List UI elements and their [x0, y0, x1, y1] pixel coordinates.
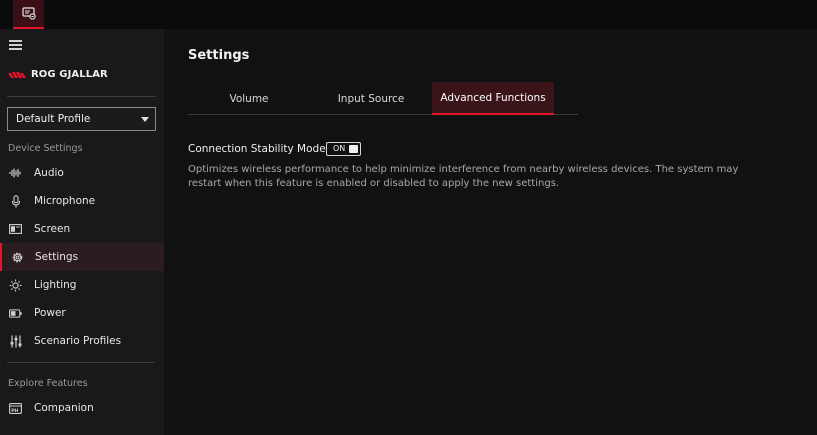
microphone-icon [9, 194, 22, 208]
sidebar-item-label: Scenario Profiles [34, 335, 122, 347]
setting-description: Optimizes wireless performance to help m… [188, 164, 739, 189]
toggle-knob [349, 145, 358, 153]
battery-icon [9, 307, 22, 320]
sidebar-item-audio[interactable]: Audio [0, 159, 164, 187]
gear-icon [11, 251, 24, 264]
sidebar-item-label: Settings [35, 251, 79, 263]
tab-volume[interactable]: Volume [188, 82, 310, 115]
sidebar-item-screen[interactable]: Screen [0, 215, 164, 243]
tab-bar: Volume Input Source Advanced Functions [188, 82, 578, 115]
rog-logo-icon [8, 71, 26, 78]
tab-label: Advanced Functions [440, 91, 546, 104]
menu-icon[interactable] [9, 40, 22, 50]
sliders-icon [9, 335, 22, 348]
sidebar-item-lighting[interactable]: Lighting [0, 271, 164, 299]
top-bar [0, 0, 817, 29]
profile-selected: Default Profile [16, 113, 91, 125]
tab-advanced-functions[interactable]: Advanced Functions [432, 82, 554, 115]
tab-label: Input Source [337, 92, 405, 105]
audio-icon [9, 167, 22, 180]
brand: ROG GJALLAR [8, 69, 108, 80]
device-tab[interactable] [13, 0, 44, 29]
companion-icon: PH [9, 402, 22, 415]
brand-name: ROG GJALLAR [31, 69, 108, 80]
tab-label: Volume [229, 92, 269, 105]
screen-icon [9, 223, 22, 236]
main-panel: Settings Volume Input Source Advanced Fu… [164, 29, 817, 435]
sidebar-item-label: Power [34, 307, 66, 319]
setting-title: Connection Stability Mode [188, 143, 326, 155]
sidebar-item-label: Screen [34, 223, 71, 235]
toggle-state: ON [333, 144, 346, 153]
sidebar-item-companion[interactable]: PH Companion [0, 394, 164, 422]
profile-dropdown[interactable]: Default Profile [7, 107, 156, 131]
sidebar-item-label: Audio [34, 167, 64, 179]
divider [7, 362, 155, 363]
page-title: Settings [188, 48, 250, 63]
connection-stability-toggle[interactable]: ON [326, 142, 361, 156]
device-card-icon [21, 7, 36, 20]
device-settings-label: Device Settings [8, 143, 83, 154]
sidebar-item-settings[interactable]: Settings [0, 243, 164, 271]
sidebar-item-power[interactable]: Power [0, 299, 164, 327]
divider [7, 96, 156, 97]
svg-text:PH: PH [11, 407, 18, 413]
sidebar-item-scenario-profiles[interactable]: Scenario Profiles [0, 327, 164, 355]
caret-down-icon [141, 117, 149, 122]
sidebar: ROG GJALLAR Default Profile Device Setti… [0, 29, 164, 435]
sidebar-item-microphone[interactable]: Microphone [0, 187, 164, 215]
lighting-icon [9, 279, 22, 292]
sidebar-item-label: Microphone [34, 195, 96, 207]
tab-input-source[interactable]: Input Source [310, 82, 432, 115]
sidebar-item-label: Companion [34, 402, 94, 414]
sidebar-item-label: Lighting [34, 279, 77, 291]
explore-features-label: Explore Features [8, 378, 88, 389]
